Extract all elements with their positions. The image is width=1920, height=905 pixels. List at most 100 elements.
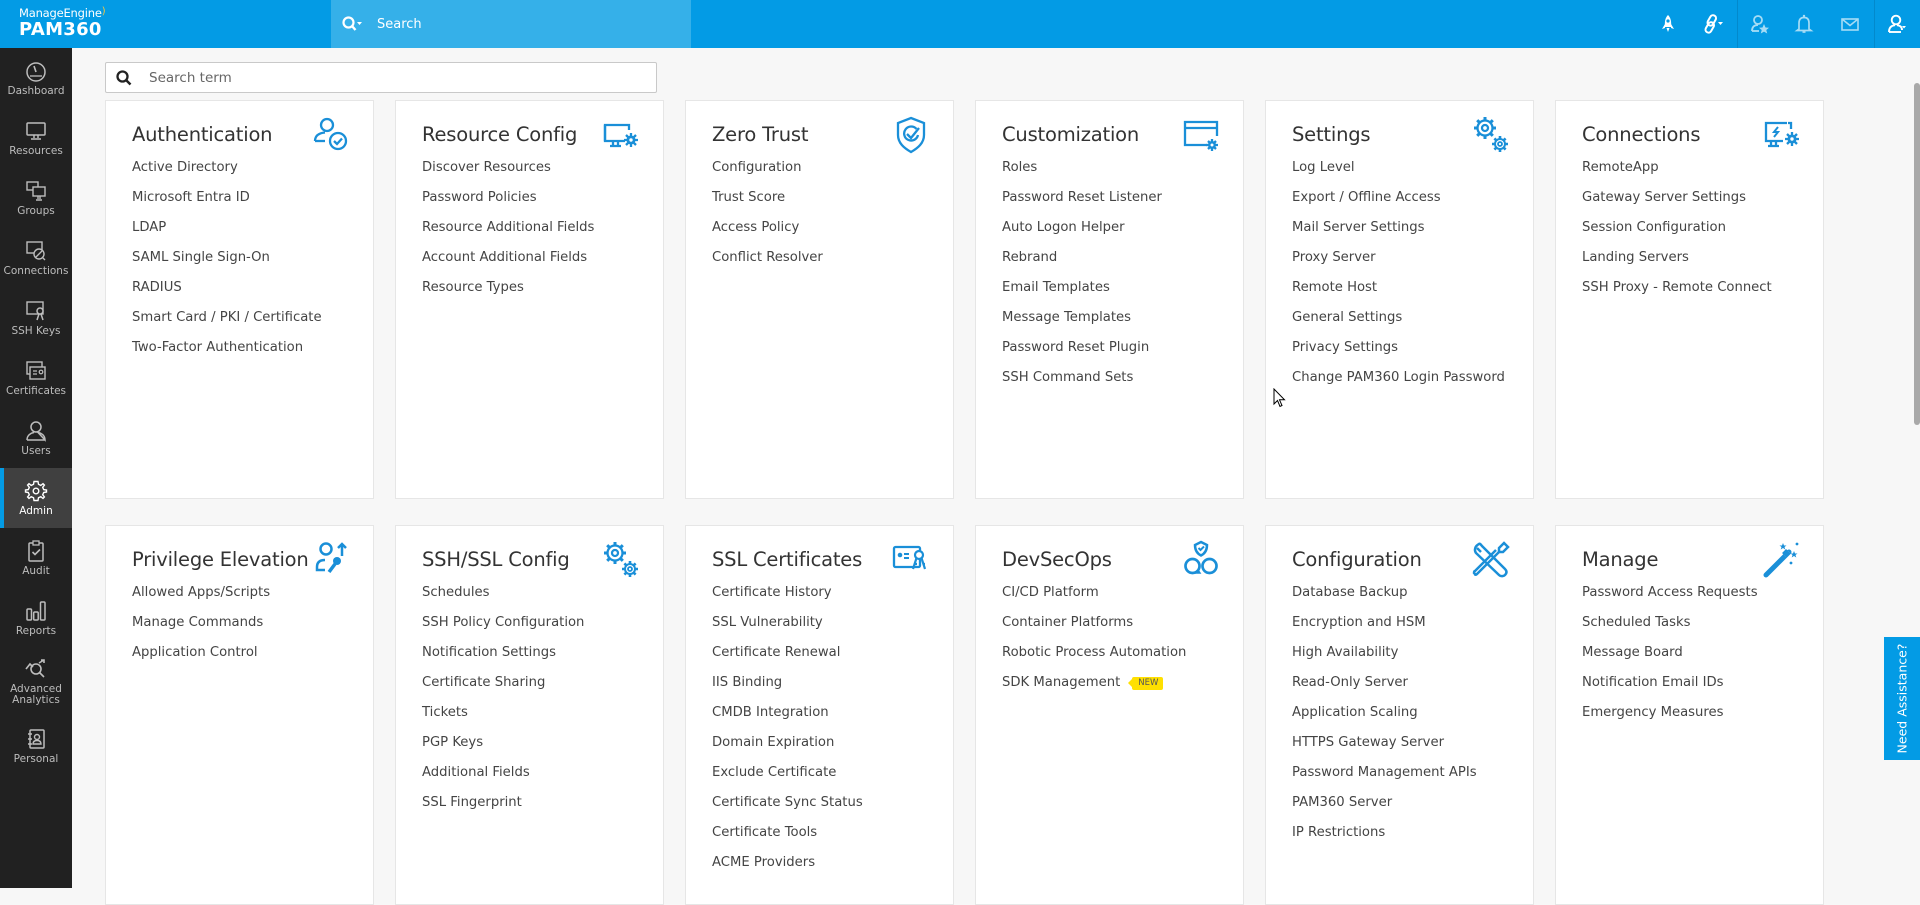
sidebar-item-connections[interactable]: Connections bbox=[0, 228, 72, 288]
card-link-https-gateway-server[interactable]: HTTPS Gateway Server bbox=[1292, 733, 1477, 763]
card-link-privacy-settings[interactable]: Privacy Settings bbox=[1292, 338, 1505, 368]
sidebar-item-resources[interactable]: Resources bbox=[0, 108, 72, 168]
card-link-mail-server-settings[interactable]: Mail Server Settings bbox=[1292, 218, 1505, 248]
admin-search-input[interactable] bbox=[149, 69, 629, 86]
card-link-ssh-command-sets[interactable]: SSH Command Sets bbox=[1002, 368, 1162, 398]
sidebar-item-personal[interactable]: Personal bbox=[0, 716, 72, 776]
card-link-password-reset-listener[interactable]: Password Reset Listener bbox=[1002, 188, 1162, 218]
search-dropdown-icon[interactable] bbox=[341, 15, 367, 33]
card-link-microsoft-entra-id[interactable]: Microsoft Entra ID bbox=[132, 188, 322, 218]
card-link-account-additional-fields[interactable]: Account Additional Fields bbox=[422, 248, 594, 278]
card-link-notification-email-ids[interactable]: Notification Email IDs bbox=[1582, 673, 1758, 703]
card-link-ssh-proxy-remote-connect[interactable]: SSH Proxy - Remote Connect bbox=[1582, 278, 1772, 308]
card-link-password-management-apis[interactable]: Password Management APIs bbox=[1292, 763, 1477, 793]
card-link-certificate-tools[interactable]: Certificate Tools bbox=[712, 823, 863, 853]
card-link-exclude-certificate[interactable]: Exclude Certificate bbox=[712, 763, 863, 793]
card-link-high-availability[interactable]: High Availability bbox=[1292, 643, 1477, 673]
card-link-notification-settings[interactable]: Notification Settings bbox=[422, 643, 584, 673]
card-link-additional-fields[interactable]: Additional Fields bbox=[422, 763, 584, 793]
card-link-application-scaling[interactable]: Application Scaling bbox=[1292, 703, 1477, 733]
card-link-active-directory[interactable]: Active Directory bbox=[132, 158, 322, 188]
card-link-remoteapp[interactable]: RemoteApp bbox=[1582, 158, 1772, 188]
page-scrollbar[interactable] bbox=[1914, 83, 1920, 425]
card-link-application-control[interactable]: Application Control bbox=[132, 643, 270, 673]
card-link-password-reset-plugin[interactable]: Password Reset Plugin bbox=[1002, 338, 1162, 368]
card-link-rebrand[interactable]: Rebrand bbox=[1002, 248, 1162, 278]
card-link-trust-score[interactable]: Trust Score bbox=[712, 188, 823, 218]
card-link-allowed-apps-scripts[interactable]: Allowed Apps/Scripts bbox=[132, 583, 270, 613]
card-link-configuration[interactable]: Configuration bbox=[712, 158, 823, 188]
brand-logo[interactable]: ManageEngine) PAM360 bbox=[19, 5, 129, 40]
card-link-email-templates[interactable]: Email Templates bbox=[1002, 278, 1162, 308]
card-link-auto-logon-helper[interactable]: Auto Logon Helper bbox=[1002, 218, 1162, 248]
card-link-message-board[interactable]: Message Board bbox=[1582, 643, 1758, 673]
card-link-pam360-server[interactable]: PAM360 Server bbox=[1292, 793, 1477, 823]
sidebar-item-reports[interactable]: Reports bbox=[0, 588, 72, 648]
need-assistance-button[interactable]: Need Assistance? bbox=[1884, 637, 1920, 760]
sidebar-item-certificates[interactable]: Certificates bbox=[0, 348, 72, 408]
card-link-sdk-management[interactable]: SDK Management NEW bbox=[1002, 673, 1186, 703]
card-link-ssl-fingerprint[interactable]: SSL Fingerprint bbox=[422, 793, 584, 823]
sidebar-item-dashboard[interactable]: Dashboard bbox=[0, 48, 72, 108]
card-link-message-templates[interactable]: Message Templates bbox=[1002, 308, 1162, 338]
card-link-landing-servers[interactable]: Landing Servers bbox=[1582, 248, 1772, 278]
card-link-ip-restrictions[interactable]: IP Restrictions bbox=[1292, 823, 1477, 853]
card-link-session-configuration[interactable]: Session Configuration bbox=[1582, 218, 1772, 248]
card-link-conflict-resolver[interactable]: Conflict Resolver bbox=[712, 248, 823, 278]
sidebar-item-admin[interactable]: Admin bbox=[0, 468, 72, 528]
card-link-change-pam360-login-password[interactable]: Change PAM360 Login Password bbox=[1292, 368, 1505, 398]
card-link-tickets[interactable]: Tickets bbox=[422, 703, 584, 733]
card-link-cmdb-integration[interactable]: CMDB Integration bbox=[712, 703, 863, 733]
card-link-resource-types[interactable]: Resource Types bbox=[422, 278, 594, 308]
sidebar-item-ssh-keys[interactable]: SSH Keys bbox=[0, 288, 72, 348]
card-link-remote-host[interactable]: Remote Host bbox=[1292, 278, 1505, 308]
card-link-radius[interactable]: RADIUS bbox=[132, 278, 322, 308]
card-link-acme-providers[interactable]: ACME Providers bbox=[712, 853, 863, 883]
card-link-ssl-vulnerability[interactable]: SSL Vulnerability bbox=[712, 613, 863, 643]
card-link-two-factor-authentication[interactable]: Two-Factor Authentication bbox=[132, 338, 322, 368]
card-link-ci-cd-platform[interactable]: CI/CD Platform bbox=[1002, 583, 1186, 613]
sidebar-item-advanced-analytics[interactable]: Advanced Analytics bbox=[0, 648, 72, 714]
card-link-password-policies[interactable]: Password Policies bbox=[422, 188, 594, 218]
card-link-database-backup[interactable]: Database Backup bbox=[1292, 583, 1477, 613]
sidebar-item-audit[interactable]: Audit bbox=[0, 528, 72, 588]
card-link-certificate-renewal[interactable]: Certificate Renewal bbox=[712, 643, 863, 673]
card-link-read-only-server[interactable]: Read-Only Server bbox=[1292, 673, 1477, 703]
card-link-ssh-policy-configuration[interactable]: SSH Policy Configuration bbox=[422, 613, 584, 643]
card-link-iis-binding[interactable]: IIS Binding bbox=[712, 673, 863, 703]
card-link-access-policy[interactable]: Access Policy bbox=[712, 218, 823, 248]
card-link-ldap[interactable]: LDAP bbox=[132, 218, 322, 248]
card-link-pgp-keys[interactable]: PGP Keys bbox=[422, 733, 584, 763]
rocket-icon[interactable] bbox=[1655, 12, 1681, 36]
card-link-container-platforms[interactable]: Container Platforms bbox=[1002, 613, 1186, 643]
bell-icon[interactable] bbox=[1791, 12, 1817, 36]
card-link-certificate-history[interactable]: Certificate History bbox=[712, 583, 863, 613]
card-link-gateway-server-settings[interactable]: Gateway Server Settings bbox=[1582, 188, 1772, 218]
card-link-smart-card-pki-certificate[interactable]: Smart Card / PKI / Certificate bbox=[132, 308, 322, 338]
card-link-manage-commands[interactable]: Manage Commands bbox=[132, 613, 270, 643]
sidebar-item-groups[interactable]: Groups bbox=[0, 168, 72, 228]
card-link-saml-single-sign-on[interactable]: SAML Single Sign-On bbox=[132, 248, 322, 278]
card-link-domain-expiration[interactable]: Domain Expiration bbox=[712, 733, 863, 763]
card-link-encryption-and-hsm[interactable]: Encryption and HSM bbox=[1292, 613, 1477, 643]
mail-icon[interactable] bbox=[1837, 12, 1863, 36]
card-link-schedules[interactable]: Schedules bbox=[422, 583, 584, 613]
card-link-roles[interactable]: Roles bbox=[1002, 158, 1162, 188]
global-search-input[interactable] bbox=[377, 16, 657, 32]
user-star-icon[interactable] bbox=[1747, 12, 1773, 36]
card-link-discover-resources[interactable]: Discover Resources bbox=[422, 158, 594, 188]
card-link-password-access-requests[interactable]: Password Access Requests bbox=[1582, 583, 1758, 613]
card-link-certificate-sync-status[interactable]: Certificate Sync Status bbox=[712, 793, 863, 823]
card-link-robotic-process-automation[interactable]: Robotic Process Automation bbox=[1002, 643, 1186, 673]
card-link-export-offline-access[interactable]: Export / Offline Access bbox=[1292, 188, 1505, 218]
card-link-emergency-measures[interactable]: Emergency Measures bbox=[1582, 703, 1758, 733]
card-link-resource-additional-fields[interactable]: Resource Additional Fields bbox=[422, 218, 594, 248]
card-link-general-settings[interactable]: General Settings bbox=[1292, 308, 1505, 338]
link-dropdown-icon[interactable] bbox=[1700, 12, 1726, 36]
card-link-log-level[interactable]: Log Level bbox=[1292, 158, 1505, 188]
user-profile-icon[interactable] bbox=[1884, 12, 1910, 36]
card-link-scheduled-tasks[interactable]: Scheduled Tasks bbox=[1582, 613, 1758, 643]
card-link-certificate-sharing[interactable]: Certificate Sharing bbox=[422, 673, 584, 703]
card-link-proxy-server[interactable]: Proxy Server bbox=[1292, 248, 1505, 278]
sidebar-item-users[interactable]: Users bbox=[0, 408, 72, 468]
